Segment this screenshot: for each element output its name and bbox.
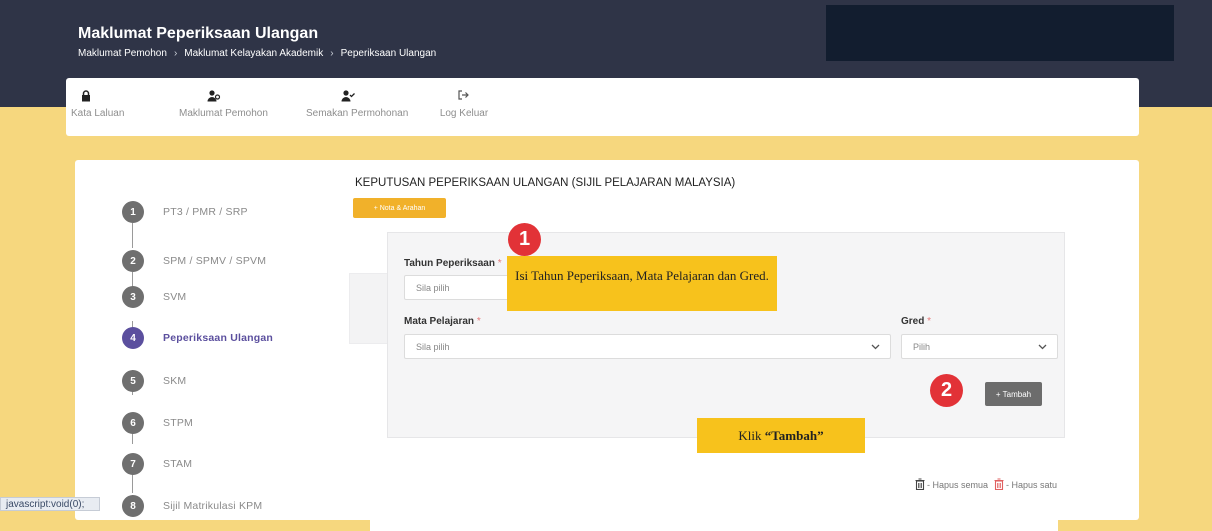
step-label: SVM xyxy=(163,291,187,303)
step-number: 7 xyxy=(122,453,144,475)
user-group-icon xyxy=(179,90,249,104)
section-title: KEPUTUSAN PEPERIKSAAN ULANGAN (SIJIL PEL… xyxy=(355,177,736,189)
step-stam[interactable]: 7 STAM xyxy=(122,452,192,476)
tahun-value: Sila pilih xyxy=(416,282,450,293)
nav-item-maklumat-pemohon[interactable]: Maklumat Pemohon xyxy=(179,78,268,136)
main-card: 1 PT3 / PMR / SRP 2 SPM / SPMV / SPVM 3 … xyxy=(75,160,1139,531)
step-number: 1 xyxy=(122,201,144,223)
nav-item-semakan-permohonan[interactable]: Semakan Permohonan xyxy=(306,78,409,136)
step-label: Peperiksaan Ulangan xyxy=(163,332,274,344)
breadcrumb-item-akademik[interactable]: Maklumat Kelayakan Akademik xyxy=(184,48,323,59)
gred-label: Gred * xyxy=(901,316,932,327)
gred-select[interactable]: Pilih xyxy=(901,334,1058,359)
step-number: 8 xyxy=(122,495,144,517)
instruction-text-2: Klik “Tambah” xyxy=(738,427,824,443)
page-title: Maklumat Peperiksaan Ulangan xyxy=(78,25,319,42)
redacted-block xyxy=(826,5,1174,61)
browser-status-bar: javascript:void(0); xyxy=(0,497,100,511)
step-pt3[interactable]: 1 PT3 / PMR / SRP xyxy=(122,200,248,224)
nav-item-log-keluar[interactable]: Log Keluar xyxy=(434,78,494,136)
instruction-text-1: Isi Tahun Peperiksaan, Mata Pelajaran da… xyxy=(515,268,769,283)
chevron-down-icon xyxy=(871,342,880,353)
step-label: STPM xyxy=(163,417,193,429)
step-spm[interactable]: 2 SPM / SPMV / SPVM xyxy=(122,249,266,273)
mata-pelajaran-label: Mata Pelajaran * xyxy=(404,316,481,327)
step-number: 6 xyxy=(122,412,144,434)
step-label: STAM xyxy=(163,458,193,470)
trash-red-icon[interactable] xyxy=(994,478,1004,492)
mata-pelajaran-select[interactable]: Sila pilih xyxy=(404,334,891,359)
step-stpm[interactable]: 6 STPM xyxy=(122,411,193,435)
step-label: SPM / SPMV / SPVM xyxy=(163,255,267,267)
step-label: Sijil Matrikulasi KPM xyxy=(163,500,263,512)
hapus-semua-label: - Hapus semua xyxy=(927,480,989,490)
hapus-satu-label: - Hapus satu xyxy=(1006,480,1058,490)
nav-card: Kata Laluan Maklumat Pemohon Semakan Per… xyxy=(66,78,1139,136)
lock-icon xyxy=(71,90,101,104)
step-peperiksaan-ulangan[interactable]: 4 Peperiksaan Ulangan xyxy=(122,326,273,350)
user-check-icon xyxy=(306,90,390,104)
step-badge-2: 2 xyxy=(930,374,963,407)
gred-value: Pilih xyxy=(913,341,931,352)
chevron-down-icon xyxy=(1038,342,1047,353)
nav-label: Semakan Permohonan xyxy=(306,108,409,119)
sign-out-icon xyxy=(434,90,494,104)
tambah-button[interactable]: + Tambah xyxy=(985,382,1042,406)
breadcrumb-item-pemohon[interactable]: Maklumat Pemohon xyxy=(78,48,167,59)
instruction-callout-1: Isi Tahun Peperiksaan, Mata Pelajaran da… xyxy=(507,256,777,311)
nav-label: Maklumat Pemohon xyxy=(179,108,268,119)
step-number: 3 xyxy=(122,286,144,308)
breadcrumb-separator: › xyxy=(330,48,334,59)
step-label: PT3 / PMR / SRP xyxy=(163,206,248,218)
step-svm[interactable]: 3 SVM xyxy=(122,285,186,309)
step-number: 4 xyxy=(122,327,144,349)
tahun-label: Tahun Peperiksaan * xyxy=(404,258,502,269)
step-connector xyxy=(132,223,133,248)
mata-pelajaran-value: Sila pilih xyxy=(416,341,450,352)
nav-label: Kata Laluan xyxy=(71,108,125,119)
step-matrikulasi[interactable]: 8 Sijil Matrikulasi KPM xyxy=(122,494,262,518)
instruction-callout-2: Klik “Tambah” xyxy=(697,418,865,453)
step-number: 2 xyxy=(122,250,144,272)
nav-label: Log Keluar xyxy=(439,108,489,119)
delete-legend: - Hapus semua - Hapus satu xyxy=(915,478,1057,492)
trash-icon[interactable] xyxy=(915,478,925,492)
breadcrumb: Maklumat Pemohon › Maklumat Kelayakan Akad… xyxy=(78,48,436,59)
step-number: 5 xyxy=(122,370,144,392)
step-label: SKM xyxy=(163,375,187,387)
step-badge-1: 1 xyxy=(508,223,541,256)
panel-tab xyxy=(349,273,390,344)
nav-item-kata-laluan[interactable]: Kata Laluan xyxy=(71,78,125,136)
step-skm[interactable]: 5 SKM xyxy=(122,369,186,393)
nota-arahan-button[interactable]: + Nota & Arahan xyxy=(353,198,446,218)
breadcrumb-item-ulangan: Peperiksaan Ulangan xyxy=(340,48,437,59)
breadcrumb-separator: › xyxy=(173,48,178,59)
